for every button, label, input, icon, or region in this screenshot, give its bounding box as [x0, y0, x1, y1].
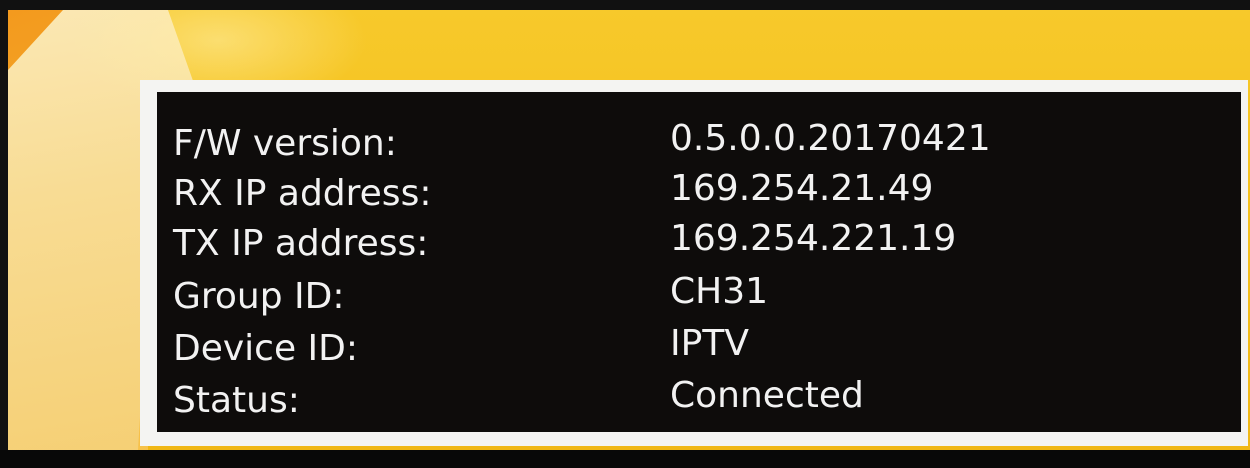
info-row-device-id: Device ID: IPTV: [157, 323, 1241, 379]
rx-ip-value: 169.254.21.49: [670, 168, 934, 209]
tx-ip-label: TX IP address:: [173, 223, 429, 264]
info-row-group-id: Group ID: CH31: [157, 271, 1241, 327]
status-value: Connected: [670, 375, 864, 416]
rx-ip-label: RX IP address:: [173, 173, 432, 214]
fw-version-label: F/W version:: [173, 123, 397, 164]
group-id-label: Group ID:: [173, 276, 345, 317]
device-info-panel: F/W version: 0.5.0.0.20170421 RX IP addr…: [157, 92, 1241, 432]
info-row-status: Status: Connected: [157, 375, 1241, 431]
device-id-value: IPTV: [670, 323, 749, 364]
device-id-label: Device ID:: [173, 328, 359, 369]
screen-bottom-bezel: [0, 450, 1250, 468]
fw-version-value: 0.5.0.0.20170421: [670, 118, 991, 159]
tx-ip-value: 169.254.221.19: [670, 218, 957, 259]
tv-screen: F/W version: 0.5.0.0.20170421 RX IP addr…: [0, 0, 1250, 468]
info-row-tx-ip: TX IP address: 169.254.221.19: [157, 218, 1241, 274]
status-label: Status:: [173, 380, 300, 421]
group-id-value: CH31: [670, 271, 769, 312]
